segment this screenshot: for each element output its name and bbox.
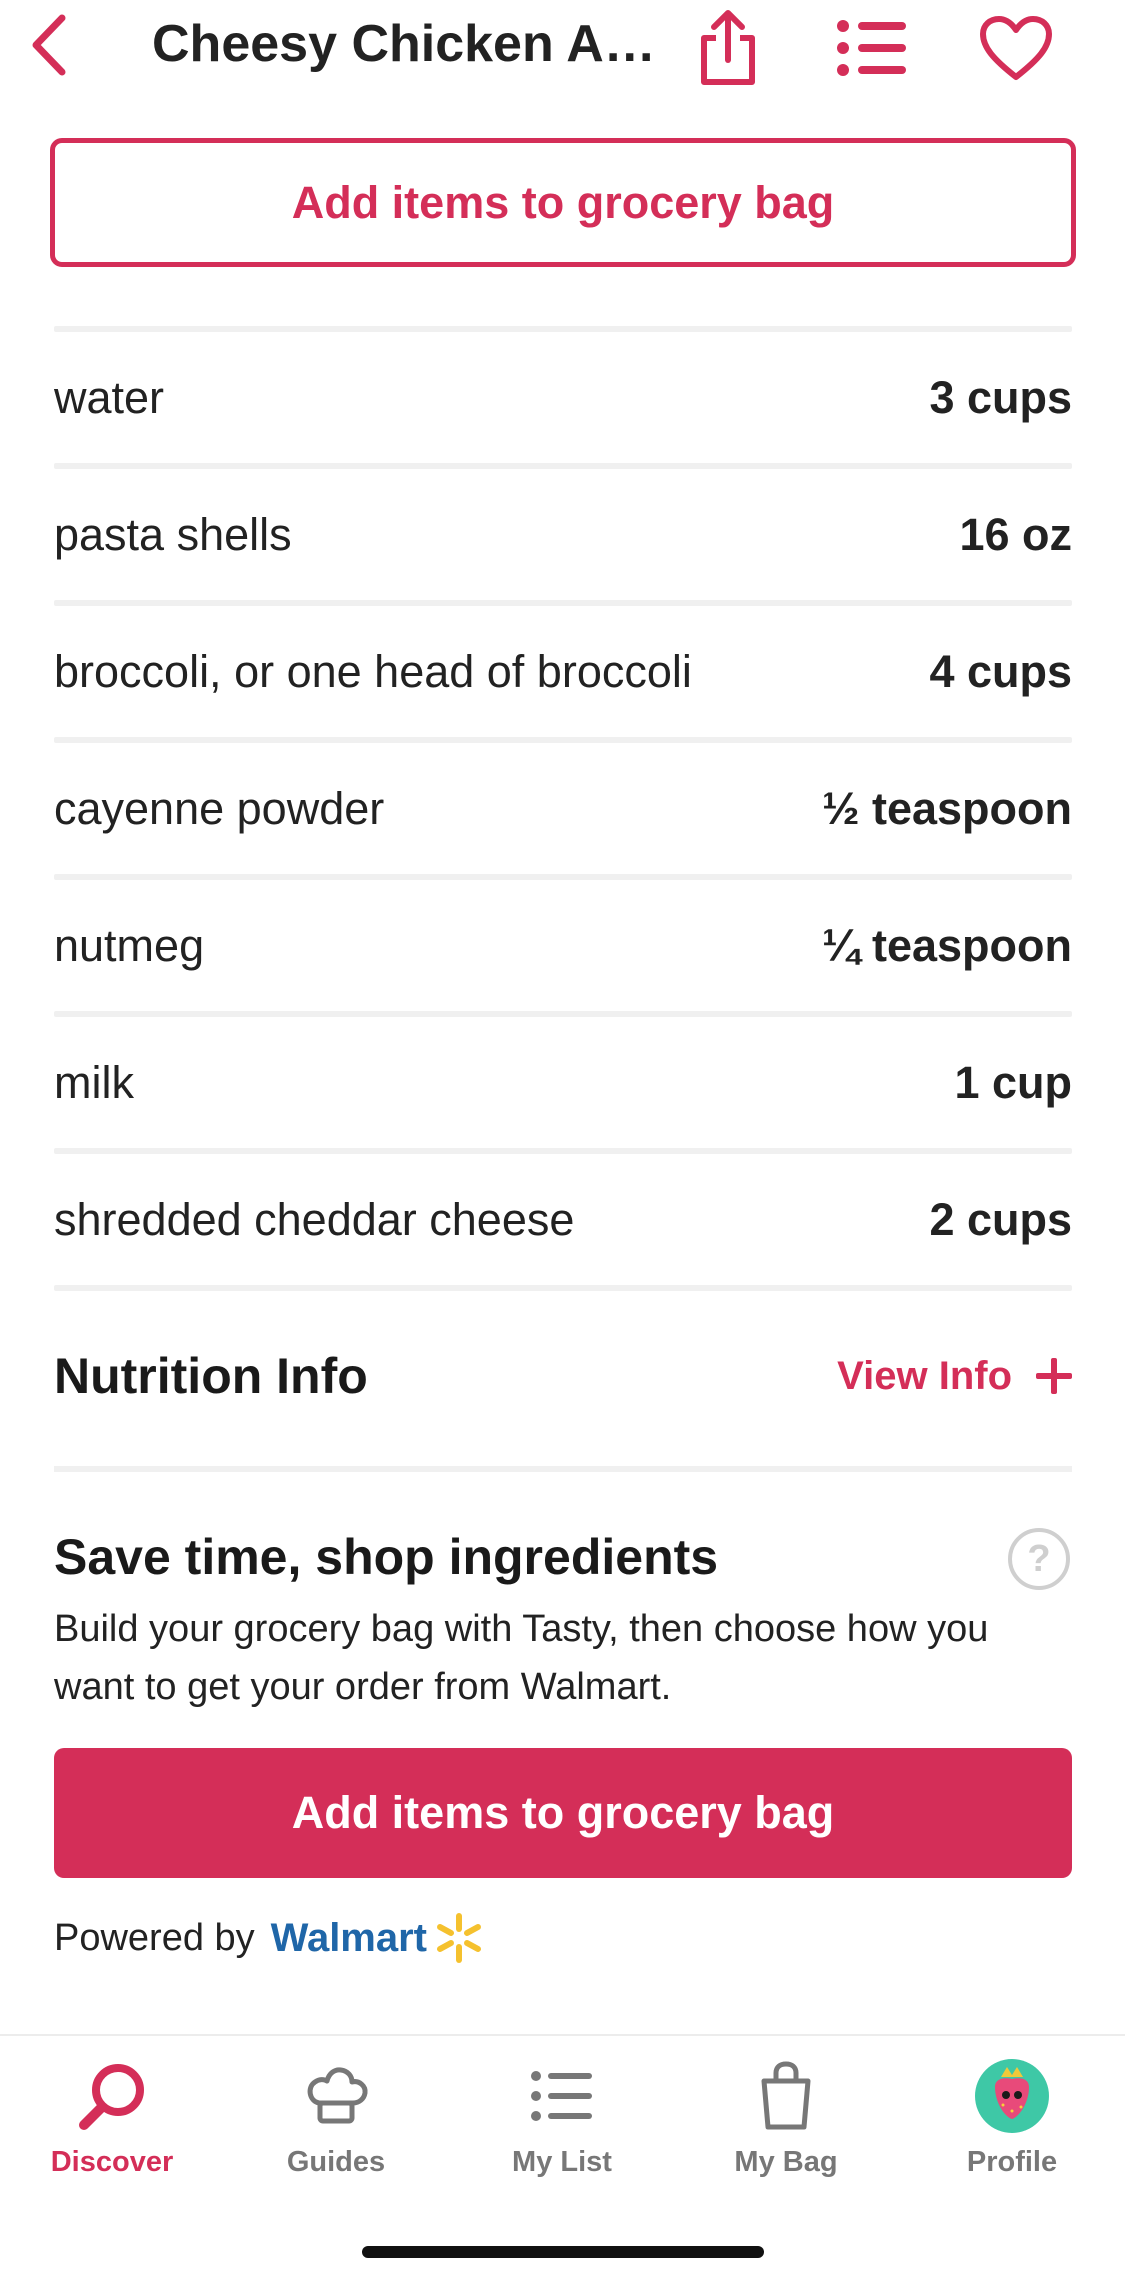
ingredient-quantity: 4 cups — [929, 645, 1072, 697]
ingredient-row: milk 1 cup — [54, 1017, 1072, 1148]
help-icon[interactable]: ? — [1008, 1528, 1070, 1590]
ingredient-name: milk — [54, 1056, 134, 1108]
ingredient-row: shredded cheddar cheese 2 cups — [54, 1154, 1072, 1285]
ingredient-row: pasta shells 16 oz — [54, 469, 1072, 600]
chef-hat-icon — [296, 2056, 376, 2136]
add-items-to-grocery-bag-button[interactable]: Add items to grocery bag — [54, 1748, 1072, 1878]
ingredient-row: nutmeg ¼ teaspoon — [54, 880, 1072, 1011]
ingredient-quantity: ¼ teaspoon — [821, 919, 1072, 971]
ingredient-quantity: 2 cups — [929, 1193, 1072, 1245]
powered-by-label: Powered by — [54, 1916, 255, 1959]
divider — [54, 1285, 1072, 1291]
add-items-to-grocery-bag-button-top[interactable]: Add items to grocery bag — [50, 138, 1076, 267]
tab-label: My List — [512, 2146, 612, 2178]
tab-my-list[interactable]: My List — [462, 2056, 662, 2206]
search-icon — [72, 2056, 152, 2136]
ingredient-row: cayenne powder ½ teaspoon — [54, 743, 1072, 874]
plus-icon — [1036, 1358, 1072, 1394]
view-info-label: View Info — [837, 1353, 1012, 1398]
bag-icon — [746, 2056, 826, 2136]
tab-label: Guides — [286, 2146, 386, 2178]
ingredient-row: broccoli, or one head of broccoli 4 cups — [54, 606, 1072, 737]
ingredient-quantity: ½ teaspoon — [821, 782, 1072, 834]
view-info-button[interactable]: View Info — [837, 1354, 1072, 1399]
tab-profile[interactable]: Profile — [912, 2056, 1112, 2206]
ingredient-name: nutmeg — [54, 919, 205, 971]
favorite-button[interactable] — [976, 8, 1056, 88]
ingredient-quantity: 1 cup — [954, 1056, 1072, 1108]
divider — [54, 1466, 1072, 1472]
nutrition-info-row: Nutrition Info View Info — [54, 1306, 1072, 1446]
ingredient-name: pasta shells — [54, 508, 292, 560]
tab-discover[interactable]: Discover — [12, 2056, 212, 2206]
walmart-logo-text: Walmart — [270, 1915, 427, 1960]
strawberry-avatar-icon — [972, 2056, 1052, 2136]
chevron-left-icon — [32, 14, 66, 76]
ingredient-name: shredded cheddar cheese — [54, 1193, 575, 1245]
list-icon — [522, 2056, 602, 2136]
walmart-spark-icon — [437, 1913, 481, 1963]
top-navigation-bar: Cheesy Chicken A… — [0, 0, 1125, 110]
home-indicator[interactable] — [362, 2246, 764, 2258]
tab-my-bag[interactable]: My Bag — [686, 2056, 886, 2206]
ingredient-quantity: 3 cups — [929, 371, 1072, 423]
ingredient-name: cayenne powder — [54, 782, 385, 834]
shop-ingredients-heading: Save time, shop ingredients — [54, 1529, 719, 1585]
ingredients-list: water 3 cups pasta shells 16 oz broccoli… — [54, 326, 1072, 1291]
recipe-title: Cheesy Chicken A… — [152, 15, 652, 73]
heart-icon — [980, 16, 1052, 80]
tab-guides[interactable]: Guides — [236, 2056, 436, 2206]
list-icon — [837, 20, 906, 76]
ingredient-name: broccoli, or one head of broccoli — [54, 645, 692, 697]
shop-description: Build your grocery bag with Tasty, then … — [54, 1608, 989, 1708]
ingredient-name: water — [54, 371, 165, 423]
tab-label: My Bag — [734, 2146, 838, 2178]
back-button[interactable] — [18, 10, 78, 80]
powered-by-walmart: Powered by Walmart — [54, 1912, 485, 1964]
nutrition-info-heading: Nutrition Info — [54, 1348, 368, 1404]
tab-label: Profile — [966, 2146, 1058, 2178]
ingredient-quantity: 16 oz — [959, 508, 1072, 560]
share-button[interactable] — [688, 8, 768, 88]
add-to-list-button[interactable] — [832, 8, 912, 88]
tab-label: Discover — [50, 2146, 174, 2178]
share-icon — [701, 10, 755, 85]
ingredient-row: water 3 cups — [54, 332, 1072, 463]
